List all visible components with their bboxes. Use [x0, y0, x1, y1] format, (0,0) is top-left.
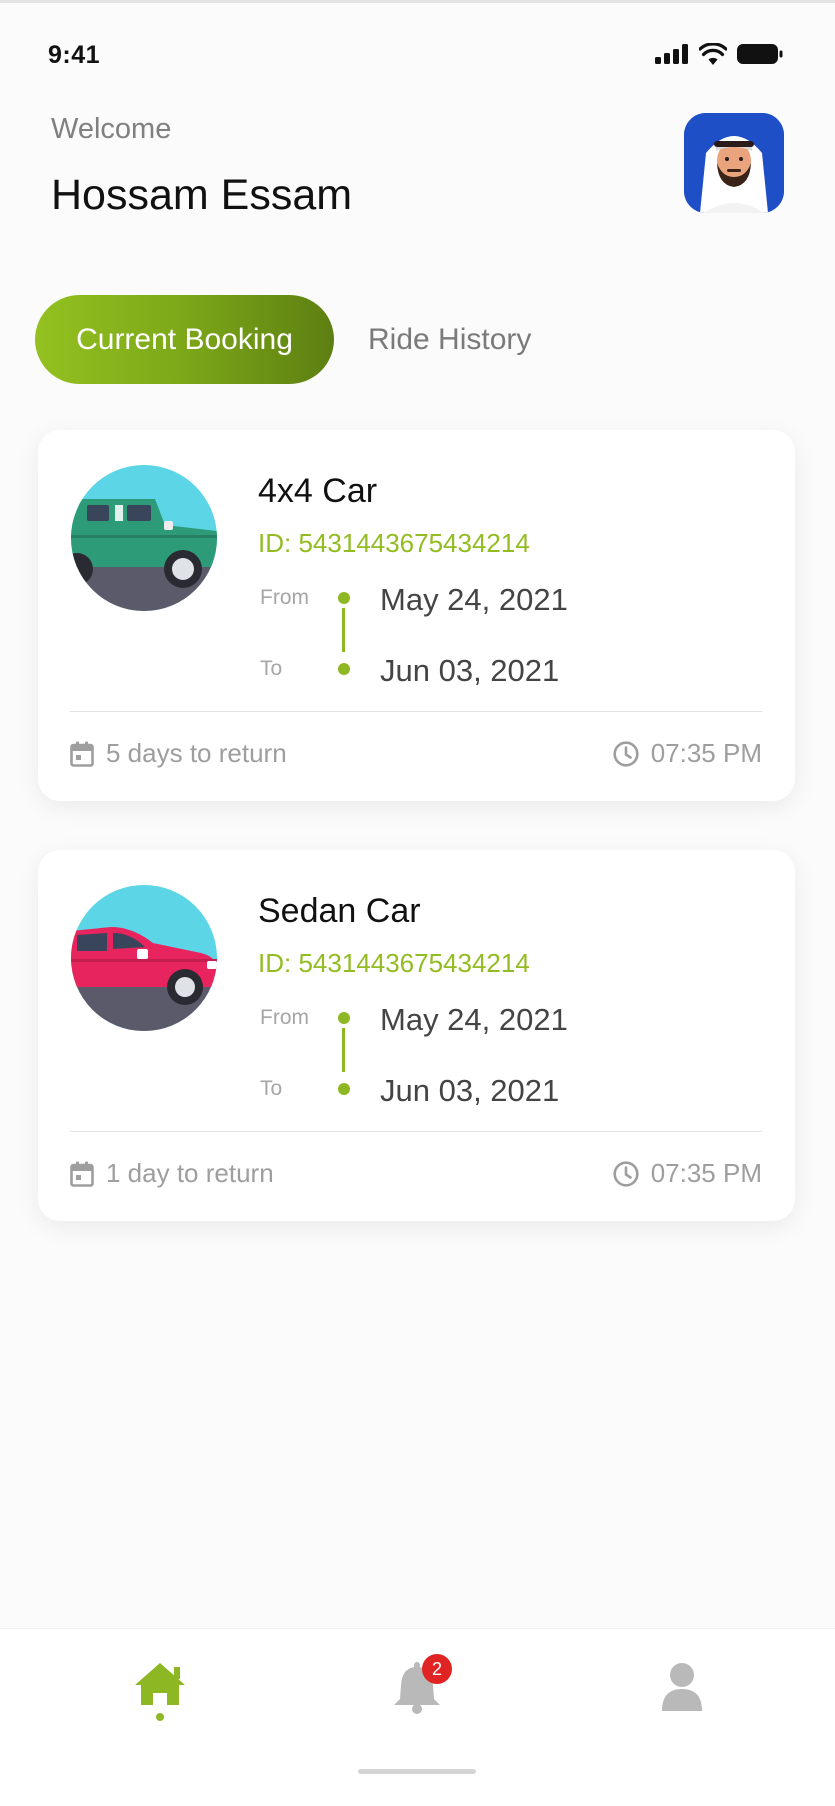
time-info: 07:35 PM — [613, 1158, 762, 1189]
nav-home[interactable] — [125, 1659, 195, 1739]
timeline-end-dot — [338, 663, 350, 675]
car-title: 4x4 Car — [258, 472, 378, 510]
user-icon — [662, 1663, 702, 1711]
booking-id: ID: 5431443675434214 — [258, 948, 530, 978]
return-info: 1 day to return — [70, 1158, 274, 1189]
home-icon — [135, 1663, 185, 1705]
user-name: Hossam Essam — [51, 171, 353, 219]
return-text: 5 days to return — [106, 738, 287, 768]
signal-icon — [655, 44, 688, 64]
tab-ride-history[interactable]: Ride History — [368, 295, 531, 384]
jeep-icon — [71, 465, 217, 611]
avatar-illustration — [684, 113, 784, 213]
timeline-line — [342, 1028, 345, 1072]
app-screen: 9:41 Welcome Hossam Essam Current Bookin… — [0, 0, 835, 1806]
from-date: May 24, 2021 — [380, 582, 568, 617]
card-divider — [70, 711, 762, 712]
status-time: 9:41 — [48, 41, 101, 69]
return-info: 5 days to return — [70, 738, 287, 769]
clock-icon — [613, 740, 639, 767]
bottom-nav: 2 — [0, 1628, 835, 1806]
calendar-icon — [70, 1161, 94, 1187]
booking-time: 07:35 PM — [650, 738, 762, 768]
booking-id: ID: 5431443675434214 — [258, 528, 530, 558]
notification-badge: 2 — [422, 1654, 452, 1684]
timeline-start-dot — [338, 592, 350, 604]
card-divider — [70, 1131, 762, 1132]
timeline-start-dot — [338, 1012, 350, 1024]
clock-icon — [613, 1160, 639, 1187]
welcome-text: Welcome — [51, 113, 172, 145]
from-label: From — [260, 1006, 309, 1029]
tab-current-booking[interactable]: Current Booking — [35, 295, 334, 384]
timeline-end-dot — [338, 1083, 350, 1095]
return-text: 1 day to return — [106, 1158, 274, 1188]
from-date: May 24, 2021 — [380, 1002, 568, 1037]
booking-card[interactable]: Sedan Car ID: 5431443675434214 From To M… — [38, 850, 795, 1221]
to-date: Jun 03, 2021 — [380, 1073, 560, 1108]
to-label: To — [260, 657, 283, 680]
nav-profile[interactable] — [647, 1659, 717, 1739]
booking-time: 07:35 PM — [650, 1158, 762, 1188]
wifi-icon — [699, 43, 727, 65]
status-bar: 9:41 — [0, 3, 835, 103]
active-indicator-dot — [156, 1713, 164, 1721]
to-date: Jun 03, 2021 — [380, 653, 560, 688]
car-image — [71, 885, 217, 1031]
time-info: 07:35 PM — [613, 738, 762, 769]
status-icons — [655, 43, 783, 65]
from-label: From — [260, 586, 309, 609]
sedan-icon — [71, 885, 217, 1031]
battery-icon — [737, 44, 783, 64]
home-indicator — [358, 1769, 476, 1774]
avatar[interactable] — [684, 113, 784, 213]
car-image — [71, 465, 217, 611]
timeline-line — [342, 608, 345, 652]
calendar-icon — [70, 741, 94, 767]
booking-card[interactable]: 4x4 Car ID: 5431443675434214 From To May… — [38, 430, 795, 801]
car-title: Sedan Car — [258, 892, 421, 930]
to-label: To — [260, 1077, 283, 1100]
